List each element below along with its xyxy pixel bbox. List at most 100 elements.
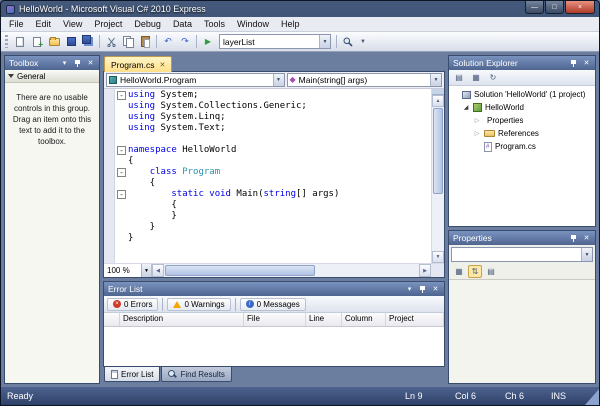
toolbar-grip[interactable] [5, 35, 8, 48]
open-file-button[interactable] [46, 34, 62, 50]
properties-window-button[interactable]: ▤ [452, 71, 466, 84]
undo-button[interactable]: ↶ [160, 34, 176, 50]
member-navigation-combo[interactable]: ◆ Main(string[] args) ▼ [287, 73, 442, 87]
pin-icon[interactable] [568, 233, 579, 244]
tree-item-properties[interactable]: ▷Properties [449, 114, 595, 127]
menu-item-data[interactable]: Data [167, 18, 198, 30]
save-button[interactable] [63, 34, 79, 50]
menu-item-file[interactable]: File [3, 18, 30, 30]
code-token [128, 189, 171, 199]
scroll-up-button[interactable]: ▲ [432, 95, 444, 107]
filter-warnings-button[interactable]: 0 Warnings [167, 298, 230, 311]
code-text: using System; [128, 90, 198, 101]
start-debugging-button[interactable]: ▶ [200, 34, 216, 50]
pin-icon[interactable] [417, 284, 428, 295]
menu-item-project[interactable]: Project [88, 18, 128, 30]
window-position-icon[interactable]: ▾ [59, 58, 70, 69]
filter-errors-button[interactable]: 0 Errors [107, 298, 158, 311]
scroll-down-button[interactable]: ▼ [432, 251, 444, 263]
code-lines[interactable]: -using System;using System.Collections.G… [115, 89, 431, 263]
tab-close-icon[interactable]: ✕ [159, 61, 165, 69]
tree-item-program-cs[interactable]: Program.cs [449, 140, 595, 153]
solution-explorer-title-bar[interactable]: Solution Explorer ✕ [449, 56, 595, 70]
close-icon[interactable]: ✕ [430, 284, 441, 295]
minimize-button[interactable]: — [525, 1, 544, 14]
properties-object-combo[interactable]: ▼ [451, 247, 593, 262]
scroll-track[interactable] [432, 195, 444, 251]
type-navigation-combo[interactable]: HelloWorld.Program ▼ [106, 73, 285, 87]
column-header-column[interactable]: Column [342, 313, 386, 326]
chevron-down-icon[interactable]: ▼ [319, 35, 330, 48]
column-header-project[interactable]: Project [386, 313, 444, 326]
tree-item-references[interactable]: ▷References [449, 127, 595, 140]
horizontal-scroll-thumb[interactable] [165, 265, 315, 276]
refresh-button[interactable]: ↻ [486, 71, 500, 84]
error-list-title-bar[interactable]: Error List ▾ ✕ [104, 282, 444, 296]
add-new-item-button[interactable] [29, 34, 45, 50]
vertical-scroll-thumb[interactable] [433, 108, 443, 194]
target-combo[interactable]: layerList ▼ [219, 34, 331, 49]
zoom-combo[interactable]: 100 % ▼ [104, 264, 152, 277]
bottom-tab-find-results[interactable]: Find Results [161, 367, 231, 382]
column-header-line[interactable]: Line [306, 313, 342, 326]
tree-item-helloworld[interactable]: ◢HelloWorld [449, 101, 595, 114]
fold-toggle-icon[interactable]: - [117, 190, 126, 199]
scroll-track[interactable] [316, 264, 419, 277]
save-all-button[interactable] [80, 34, 96, 50]
show-all-files-button[interactable]: ▦ [469, 71, 483, 84]
toolbox-title-bar[interactable]: Toolbox ▾ ✕ [5, 56, 99, 70]
chevron-down-icon[interactable]: ▼ [430, 74, 441, 86]
find-button[interactable] [340, 34, 356, 50]
chevron-down-icon[interactable]: ▼ [273, 74, 284, 86]
properties-grid[interactable] [449, 280, 595, 383]
column-header-file[interactable]: File [244, 313, 306, 326]
chevron-down-icon[interactable]: ▼ [141, 264, 151, 277]
menu-item-edit[interactable]: Edit [30, 18, 58, 30]
paste-button[interactable] [137, 34, 153, 50]
property-pages-button[interactable]: ▤ [484, 265, 498, 278]
references-icon [484, 130, 495, 137]
categorized-button[interactable]: ▦ [452, 265, 466, 278]
title-bar[interactable]: HelloWorld - Microsoft Visual C# 2010 Ex… [1, 1, 599, 17]
chevron-down-icon[interactable]: ▼ [581, 248, 592, 261]
filter-messages-button[interactable]: 0 Messages [240, 298, 306, 311]
column-header-description[interactable]: Description [120, 313, 244, 326]
properties-title-bar[interactable]: Properties ✕ [449, 231, 595, 245]
maximize-button[interactable]: □ [545, 1, 564, 14]
menu-item-help[interactable]: Help [275, 18, 306, 30]
menu-item-view[interactable]: View [57, 18, 88, 30]
toolbox-group-general[interactable]: General [5, 70, 99, 83]
pin-icon[interactable] [72, 58, 83, 69]
vertical-scrollbar[interactable]: ▲ ▼ [431, 89, 444, 263]
alphabetical-button[interactable]: ⇅ [468, 265, 482, 278]
scroll-left-button[interactable]: ◀ [152, 264, 164, 277]
error-list-body[interactable] [104, 327, 444, 366]
close-icon[interactable]: ✕ [581, 233, 592, 244]
close-button[interactable]: × [565, 1, 595, 14]
window-position-icon[interactable]: ▾ [404, 284, 415, 295]
fold-toggle-icon[interactable]: - [117, 146, 126, 155]
toolbar-overflow-button[interactable]: ▼ [357, 39, 369, 45]
menu-item-window[interactable]: Window [231, 18, 275, 30]
fold-toggle-icon[interactable]: - [117, 91, 126, 100]
expander-icon[interactable]: ▷ [473, 117, 481, 125]
close-icon[interactable]: ✕ [581, 58, 592, 69]
close-icon[interactable]: ✕ [85, 58, 96, 69]
redo-button[interactable]: ↷ [177, 34, 193, 50]
scroll-right-button[interactable]: ▶ [419, 264, 431, 277]
resize-grip[interactable] [585, 389, 599, 405]
pin-icon[interactable] [568, 58, 579, 69]
column-header-icon[interactable] [104, 313, 120, 326]
tree-item-solution-helloworld-1-project[interactable]: Solution 'HelloWorld' (1 project) [449, 88, 595, 101]
menu-item-tools[interactable]: Tools [198, 18, 231, 30]
menu-item-debug[interactable]: Debug [128, 18, 167, 30]
tab-program-cs[interactable]: Program.cs ✕ [104, 56, 172, 72]
fold-toggle-icon[interactable]: - [117, 168, 126, 177]
bottom-tab-error-list[interactable]: Error List [104, 367, 160, 382]
cut-button[interactable] [103, 34, 119, 50]
expander-icon[interactable]: ◢ [462, 104, 470, 112]
new-project-button[interactable] [12, 34, 28, 50]
expander-icon[interactable]: ▷ [473, 130, 481, 138]
indicator-margin[interactable] [104, 89, 115, 263]
copy-button[interactable] [120, 34, 136, 50]
